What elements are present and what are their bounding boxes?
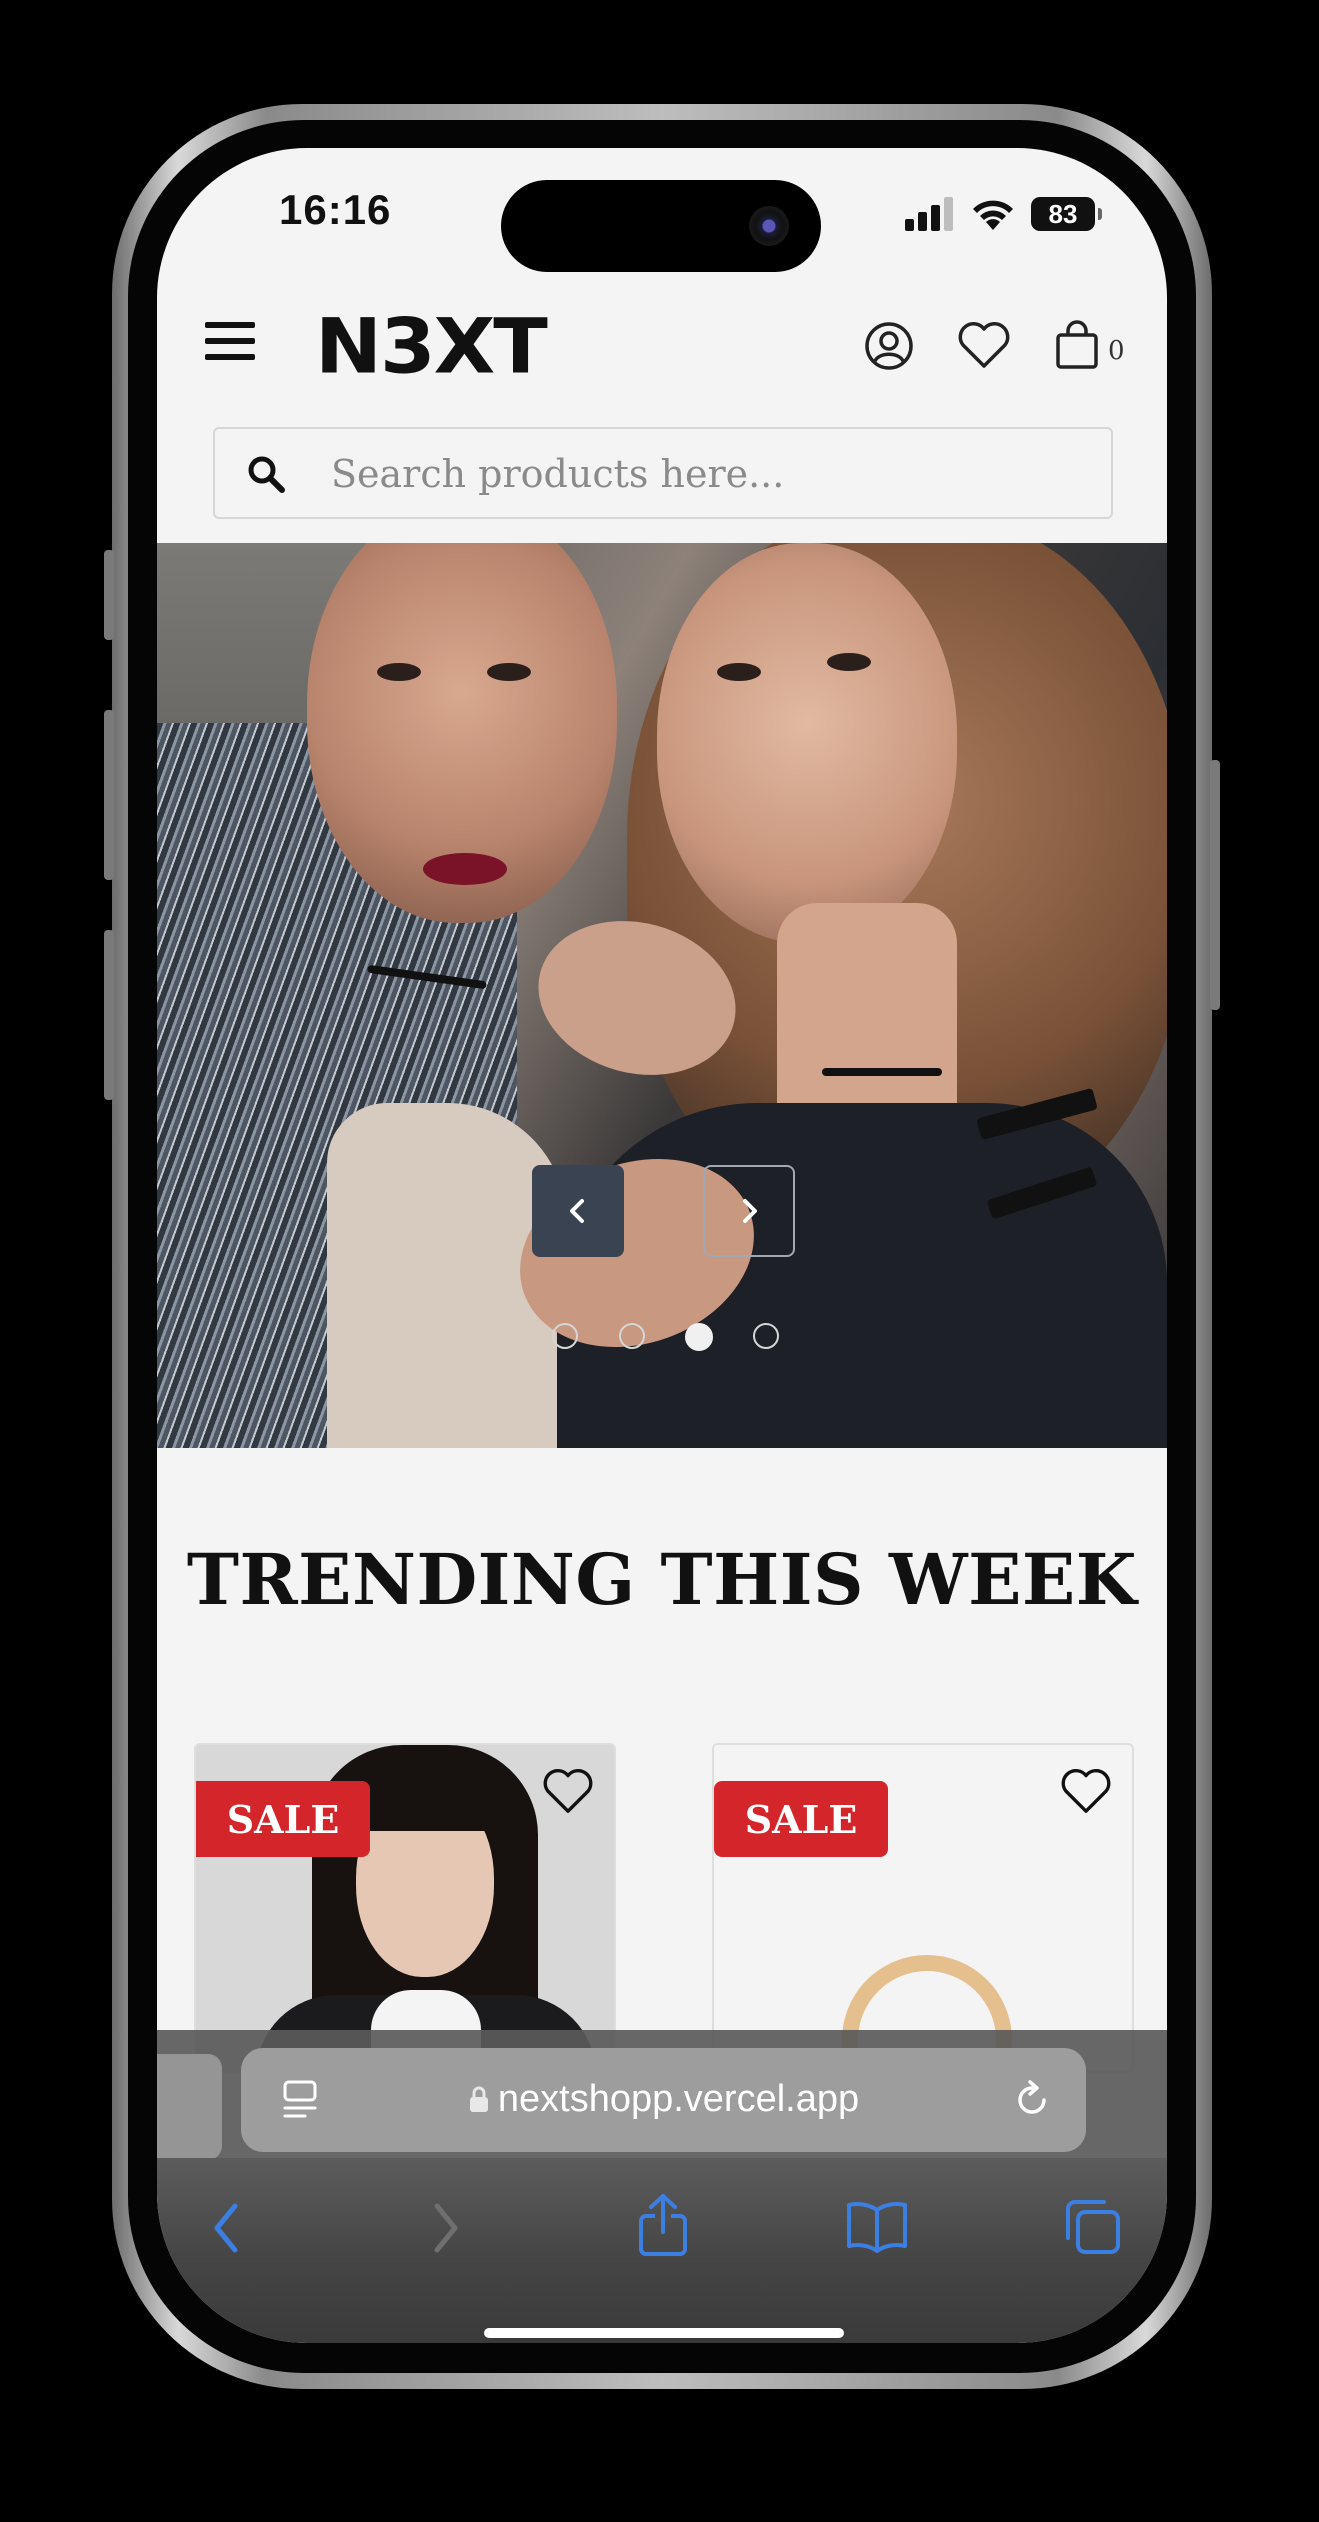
tabs-icon[interactable]	[1064, 2198, 1122, 2256]
carousel-dot[interactable]	[619, 1323, 645, 1349]
status-icons: 83	[905, 194, 1102, 234]
power-button	[1210, 760, 1220, 1010]
browser-toolbar	[157, 2158, 1167, 2343]
menu-icon[interactable]	[205, 322, 255, 360]
battery-icon: 83	[1031, 197, 1102, 231]
heart-icon[interactable]	[957, 320, 1011, 370]
carousel-prev-button[interactable]	[532, 1165, 624, 1257]
bookmarks-icon[interactable]	[845, 2198, 909, 2254]
volume-down-button	[104, 930, 114, 1100]
signal-icon	[905, 197, 953, 231]
wifi-icon	[973, 200, 1013, 230]
volume-up-button	[104, 710, 114, 880]
back-icon[interactable]	[207, 2198, 247, 2258]
carousel-next-button[interactable]	[703, 1165, 795, 1257]
status-time: 16:16	[279, 186, 392, 233]
lock-icon	[469, 2086, 488, 2112]
product-card[interactable]: SALE	[194, 1743, 616, 2073]
site-logo[interactable]: N3XT	[315, 302, 548, 390]
search-bar[interactable]	[213, 427, 1113, 519]
sale-badge: SALE	[714, 1781, 888, 1857]
share-icon[interactable]	[635, 2192, 691, 2258]
cart-count: 0	[1108, 336, 1125, 366]
search-input[interactable]	[329, 429, 1073, 519]
user-icon[interactable]	[863, 320, 915, 372]
product-card[interactable]: SALE	[712, 1743, 1134, 2073]
reload-icon[interactable]	[1012, 2080, 1052, 2120]
hero-carousel[interactable]	[157, 543, 1167, 1448]
sale-badge: SALE	[196, 1781, 370, 1857]
wishlist-heart-icon[interactable]	[1060, 1767, 1112, 1815]
search-icon	[248, 456, 285, 493]
bag-icon[interactable]	[1055, 320, 1099, 370]
url-text: nextshopp.vercel.app	[497, 2078, 860, 2120]
battery-level: 83	[1048, 198, 1078, 229]
previous-tab-preview[interactable]	[157, 2054, 222, 2160]
browser-address-area: nextshopp.vercel.app	[157, 2030, 1167, 2160]
phone-screen: 16:16 83 N3XT 0 Search products here... …	[157, 148, 1167, 2343]
carousel-dot[interactable]	[552, 1323, 578, 1349]
carousel-dot[interactable]	[753, 1323, 779, 1349]
url-display[interactable]: nextshopp.vercel.app	[241, 2078, 1086, 2121]
address-bar[interactable]: nextshopp.vercel.app	[241, 2048, 1086, 2152]
dynamic-island	[501, 180, 821, 272]
forward-icon[interactable]	[425, 2198, 465, 2258]
chevron-right-icon	[743, 1199, 757, 1223]
home-indicator[interactable]	[484, 2328, 844, 2338]
carousel-indicators	[157, 1323, 1167, 1353]
chevron-left-icon	[570, 1199, 584, 1223]
action-button	[104, 550, 114, 640]
carousel-dot-active[interactable]	[685, 1323, 713, 1351]
site-header: N3XT 0	[157, 278, 1167, 408]
section-title: TRENDING THIS WEEK	[186, 1538, 1138, 1621]
wishlist-heart-icon[interactable]	[542, 1767, 594, 1815]
camera-icon	[749, 206, 789, 246]
